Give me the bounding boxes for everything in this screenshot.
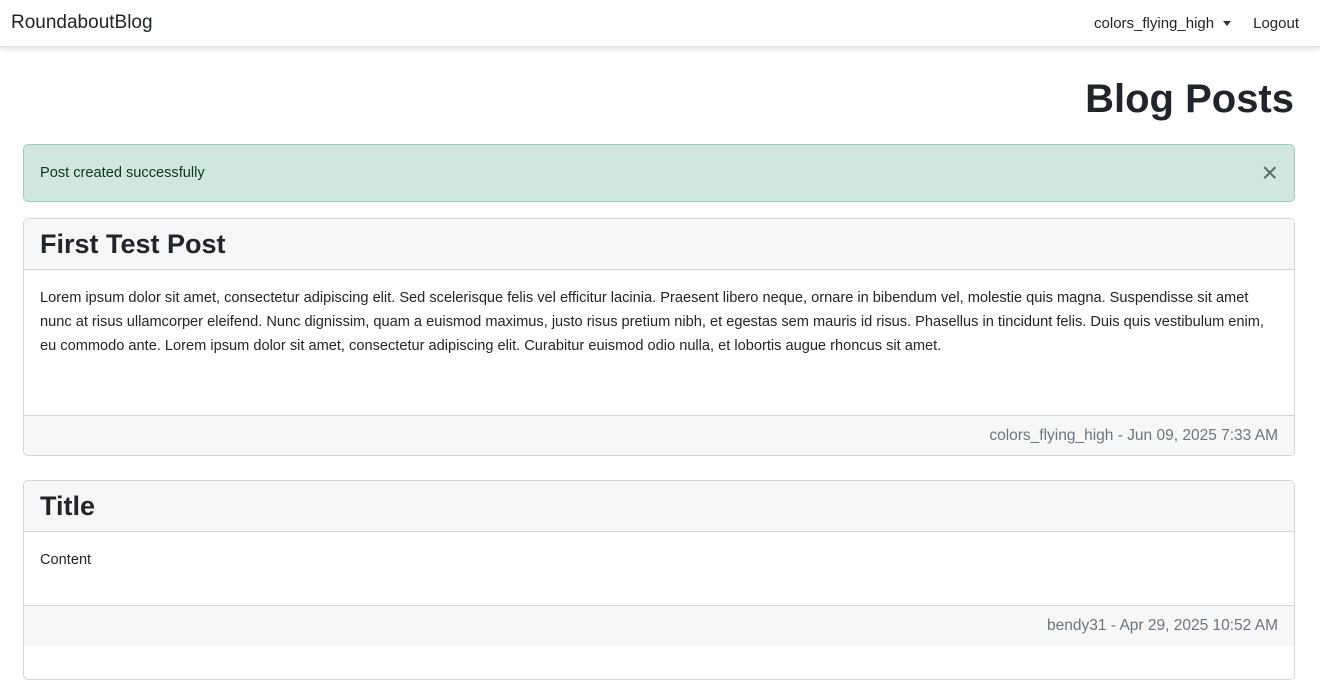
post-content: Lorem ipsum dolor sit amet, consectetur … [40, 290, 1264, 354]
post-title: Title [24, 481, 1294, 532]
post-meta: bendy31 - Apr 29, 2025 10:52 AM [24, 605, 1294, 646]
page-title: Blog Posts [1085, 77, 1294, 121]
success-alert: Post created successfully × [23, 144, 1295, 202]
post-card: Title Content bendy31 - Apr 29, 2025 10:… [23, 480, 1295, 680]
navbar: RoundaboutBlog colors_flying_high Logout [0, 0, 1320, 47]
post-content: Content [40, 552, 92, 568]
alert-message: Post created successfully [40, 165, 205, 181]
user-name: colors_flying_high [1094, 14, 1215, 32]
post-meta: colors_flying_high - Jun 09, 2025 7:33 A… [24, 415, 1294, 455]
logout-link[interactable]: Logout [1241, 15, 1309, 32]
user-dropdown[interactable]: colors_flying_high [1084, 15, 1241, 32]
post-card: First Test Post Lorem ipsum dolor sit am… [23, 218, 1295, 456]
close-icon[interactable]: × [1262, 159, 1278, 187]
brand-link[interactable]: RoundaboutBlog [11, 12, 153, 34]
caret-down-icon [1223, 20, 1232, 26]
post-title: First Test Post [24, 219, 1294, 270]
